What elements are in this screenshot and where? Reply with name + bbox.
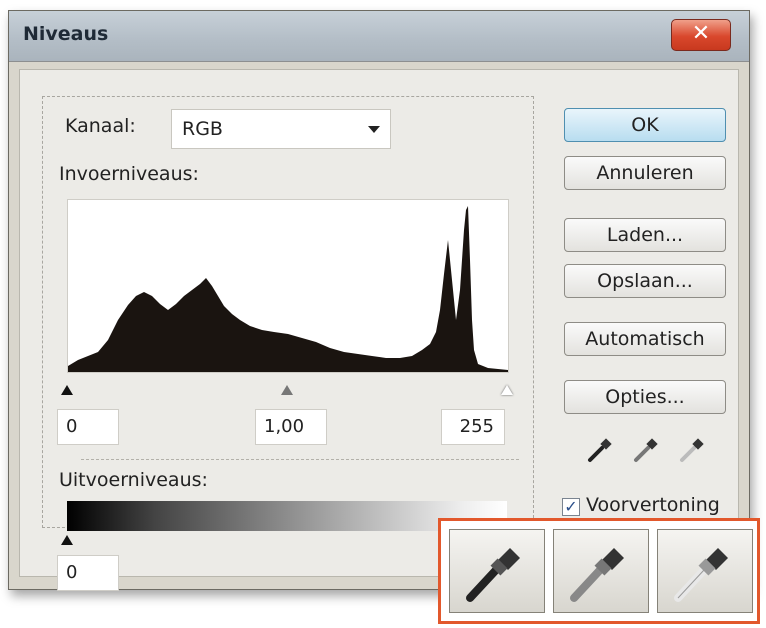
gray-point-eyedropper-icon[interactable]: [632, 434, 662, 464]
dialog-body: Kanaal: RGB Invoerniveaus: 0 1,00 255 Ui…: [19, 69, 739, 591]
checkmark-icon: ✓: [564, 497, 578, 516]
output-levels-label: Uitvoerniveaus:: [59, 469, 208, 491]
save-button[interactable]: Opslaan...: [564, 264, 726, 298]
levels-group: Kanaal: RGB Invoerniveaus: 0 1,00 255 Ui…: [42, 96, 534, 591]
eyedropper-zoom-callout: [438, 518, 760, 624]
section-divider: [81, 459, 519, 460]
channel-value: RGB: [182, 118, 223, 140]
black-point-eyedropper-icon[interactable]: [586, 434, 616, 464]
black-point-eyedropper-icon: [466, 548, 520, 602]
white-point-eyedropper-icon: [674, 548, 728, 602]
black-eyedropper-tool[interactable]: [449, 529, 545, 613]
load-button[interactable]: Laden...: [564, 218, 726, 252]
channel-label: Kanaal:: [65, 115, 136, 137]
title-bar[interactable]: Niveaus ✕: [9, 11, 749, 62]
channel-select[interactable]: RGB: [171, 109, 391, 149]
gray-point-eyedropper-icon: [570, 548, 624, 602]
preview-checkbox[interactable]: ✓: [562, 498, 580, 516]
white-point-eyedropper-icon[interactable]: [678, 434, 708, 464]
window-title: Niveaus: [23, 23, 109, 45]
preview-label: Voorvertoning: [586, 494, 720, 516]
black-input-slider[interactable]: [61, 385, 73, 395]
histogram: [67, 199, 509, 373]
gamma-input-slider[interactable]: [281, 385, 293, 395]
input-gamma-field[interactable]: 1,00: [255, 409, 327, 445]
ok-button[interactable]: OK: [564, 108, 726, 142]
close-button[interactable]: ✕: [671, 19, 731, 51]
white-input-slider[interactable]: [501, 385, 513, 395]
auto-button[interactable]: Automatisch: [564, 322, 726, 356]
chevron-down-icon: [368, 126, 380, 133]
close-icon: ✕: [691, 21, 711, 46]
options-button[interactable]: Opties...: [564, 380, 726, 414]
output-black-field[interactable]: 0: [57, 555, 119, 591]
white-eyedropper-tool[interactable]: [657, 529, 753, 613]
gray-eyedropper-tool[interactable]: [553, 529, 649, 613]
input-white-field[interactable]: 255: [441, 409, 505, 445]
cancel-button[interactable]: Annuleren: [564, 156, 726, 190]
histogram-graph: [68, 206, 508, 372]
black-output-slider[interactable]: [61, 535, 73, 545]
levels-dialog: Niveaus ✕ Kanaal: RGB Invoerniveaus: 0 1…: [8, 10, 750, 591]
input-levels-label: Invoerniveaus:: [59, 163, 199, 185]
input-black-field[interactable]: 0: [57, 409, 119, 445]
